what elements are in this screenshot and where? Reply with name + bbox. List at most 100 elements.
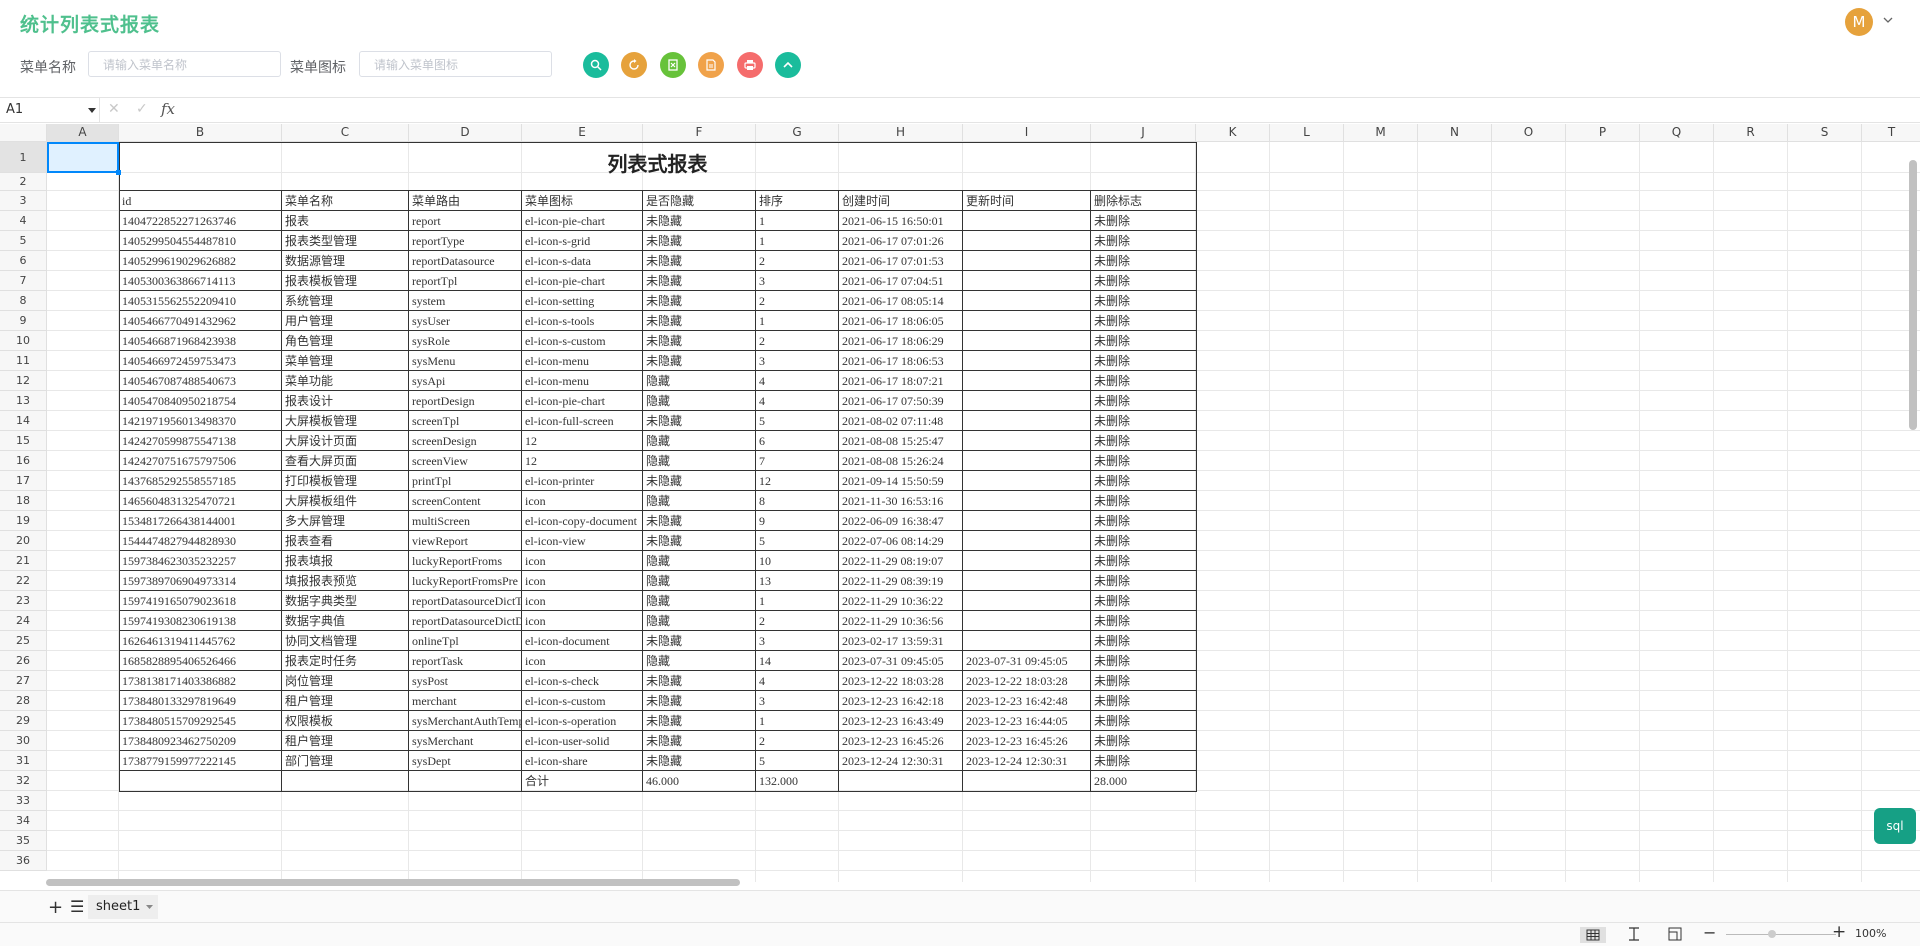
- table-cell[interactable]: 1: [756, 231, 839, 251]
- table-cell[interactable]: 2023-12-23 16:42:48: [963, 691, 1091, 711]
- table-cell[interactable]: 2: [756, 611, 839, 631]
- table-cell[interactable]: [963, 251, 1091, 271]
- table-cell[interactable]: 未删除: [1091, 711, 1196, 731]
- table-cell[interactable]: 2022-11-29 10:36:22: [839, 591, 963, 611]
- table-cell[interactable]: 未删除: [1091, 571, 1196, 591]
- row-header-29[interactable]: 29: [0, 711, 47, 731]
- table-cell[interactable]: sysMerchant: [409, 731, 522, 751]
- table-cell[interactable]: 协同文档管理: [282, 631, 409, 651]
- table-cell[interactable]: 2023-07-31 09:45:05: [963, 651, 1091, 671]
- row-header-8[interactable]: 8: [0, 291, 47, 311]
- reset-button[interactable]: [621, 52, 647, 78]
- table-cell[interactable]: 2023-12-22 18:03:28: [839, 671, 963, 691]
- table-cell[interactable]: 未删除: [1091, 591, 1196, 611]
- table-cell[interactable]: reportTpl: [409, 271, 522, 291]
- table-cell[interactable]: 未删除: [1091, 351, 1196, 371]
- row-header-12[interactable]: 12: [0, 371, 47, 391]
- table-cell[interactable]: el-icon-printer: [522, 471, 643, 491]
- horizontal-scrollbar[interactable]: [46, 879, 740, 886]
- table-cell[interactable]: 1405466871968423938: [119, 331, 282, 351]
- table-cell[interactable]: printTpl: [409, 471, 522, 491]
- table-cell[interactable]: el-icon-pie-chart: [522, 391, 643, 411]
- zoom-in-icon[interactable]: +: [1832, 922, 1846, 942]
- table-cell[interactable]: 未隐藏: [643, 411, 756, 431]
- table-cell[interactable]: 未删除: [1091, 231, 1196, 251]
- row-header-33[interactable]: 33: [0, 791, 47, 811]
- row-header-18[interactable]: 18: [0, 491, 47, 511]
- fill-handle[interactable]: [116, 170, 121, 175]
- row-header-22[interactable]: 22: [0, 571, 47, 591]
- search-button[interactable]: [583, 52, 609, 78]
- table-cell[interactable]: 2021-06-17 18:06:05: [839, 311, 963, 331]
- table-cell[interactable]: [963, 611, 1091, 631]
- table-cell[interactable]: 1405466770491432962: [119, 311, 282, 331]
- table-header-cell[interactable]: 菜单图标: [522, 191, 643, 211]
- table-cell[interactable]: 隐藏: [643, 551, 756, 571]
- table-cell[interactable]: 2021-06-17 07:04:51: [839, 271, 963, 291]
- table-cell[interactable]: el-icon-pie-chart: [522, 271, 643, 291]
- table-cell[interactable]: 12: [522, 451, 643, 471]
- table-cell[interactable]: 2021-11-30 16:53:16: [839, 491, 963, 511]
- table-cell[interactable]: 2021-06-17 08:05:14: [839, 291, 963, 311]
- table-cell[interactable]: sysMenu: [409, 351, 522, 371]
- table-cell[interactable]: 1597384623035232257: [119, 551, 282, 571]
- table-cell[interactable]: merchant: [409, 691, 522, 711]
- table-cell[interactable]: 未删除: [1091, 651, 1196, 671]
- table-cell[interactable]: [963, 391, 1091, 411]
- table-cell[interactable]: screenView: [409, 451, 522, 471]
- table-cell[interactable]: 2021-06-15 16:50:01: [839, 211, 963, 231]
- table-cell[interactable]: 2023-12-23 16:44:05: [963, 711, 1091, 731]
- table-cell[interactable]: 报表查看: [282, 531, 409, 551]
- table-cell[interactable]: 未删除: [1091, 271, 1196, 291]
- table-cell[interactable]: 菜单管理: [282, 351, 409, 371]
- table-cell[interactable]: 1424270599875547138: [119, 431, 282, 451]
- table-cell[interactable]: screenContent: [409, 491, 522, 511]
- table-cell[interactable]: 12: [522, 431, 643, 451]
- table-header-cell[interactable]: 创建时间: [839, 191, 963, 211]
- table-cell[interactable]: sysUser: [409, 311, 522, 331]
- table-cell[interactable]: 角色管理: [282, 331, 409, 351]
- table-cell[interactable]: el-icon-s-grid: [522, 231, 643, 251]
- table-cell[interactable]: 1405466972459753473: [119, 351, 282, 371]
- table-cell[interactable]: 数据字典值: [282, 611, 409, 631]
- table-cell[interactable]: 2023-12-23 16:43:49: [839, 711, 963, 731]
- menu-icon-input[interactable]: 请输入菜单图标: [359, 51, 552, 77]
- column-header-a[interactable]: A: [47, 124, 119, 142]
- table-cell[interactable]: 填报报表预览: [282, 571, 409, 591]
- table-cell[interactable]: 未删除: [1091, 471, 1196, 491]
- table-cell[interactable]: [963, 471, 1091, 491]
- table-cell[interactable]: reportTask: [409, 651, 522, 671]
- table-cell[interactable]: el-icon-document: [522, 631, 643, 651]
- table-cell[interactable]: 未删除: [1091, 211, 1196, 231]
- table-cell[interactable]: reportDesign: [409, 391, 522, 411]
- export-excel-button[interactable]: [660, 52, 686, 78]
- table-cell[interactable]: 报表设计: [282, 391, 409, 411]
- column-header-d[interactable]: D: [409, 124, 522, 142]
- sql-button[interactable]: sql: [1874, 808, 1916, 844]
- row-header-25[interactable]: 25: [0, 631, 47, 651]
- table-cell[interactable]: 岗位管理: [282, 671, 409, 691]
- zoom-slider[interactable]: [1726, 934, 1836, 935]
- table-cell[interactable]: [963, 291, 1091, 311]
- table-cell[interactable]: 1465604831325470721: [119, 491, 282, 511]
- table-cell[interactable]: 未删除: [1091, 691, 1196, 711]
- table-cell[interactable]: 未隐藏: [643, 711, 756, 731]
- table-cell[interactable]: el-icon-setting: [522, 291, 643, 311]
- table-cell[interactable]: 报表模板管理: [282, 271, 409, 291]
- table-cell[interactable]: 2021-08-08 15:26:24: [839, 451, 963, 471]
- row-header-16[interactable]: 16: [0, 451, 47, 471]
- table-cell[interactable]: 5: [756, 751, 839, 771]
- table-cell[interactable]: 1405467087488540673: [119, 371, 282, 391]
- table-cell[interactable]: 2021-06-17 18:06:29: [839, 331, 963, 351]
- table-cell[interactable]: 9: [756, 511, 839, 531]
- column-header-q[interactable]: Q: [1640, 124, 1714, 142]
- table-cell[interactable]: 2021-08-08 15:25:47: [839, 431, 963, 451]
- cell-reference-box[interactable]: A1: [0, 98, 100, 122]
- selected-cell[interactable]: [47, 142, 119, 173]
- table-cell[interactable]: report: [409, 211, 522, 231]
- table-cell[interactable]: 未隐藏: [643, 731, 756, 751]
- row-header-28[interactable]: 28: [0, 691, 47, 711]
- table-cell[interactable]: 2023-12-23 16:45:26: [963, 731, 1091, 751]
- table-cell[interactable]: 2023-12-22 18:03:28: [963, 671, 1091, 691]
- table-cell[interactable]: [963, 491, 1091, 511]
